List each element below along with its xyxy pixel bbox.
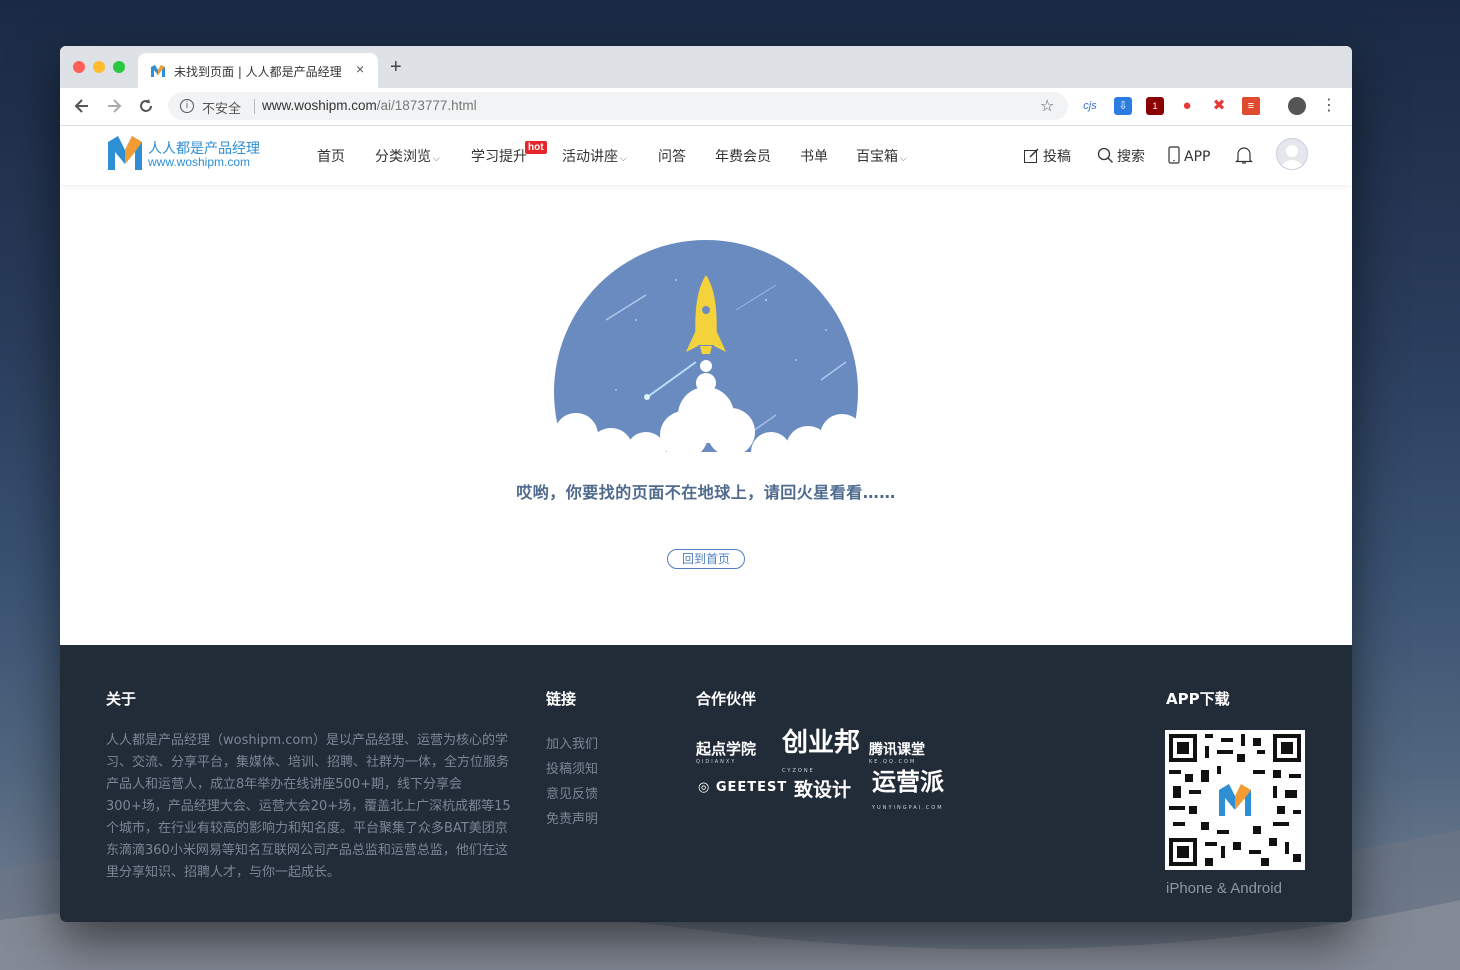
- footer-links-title: 链接: [546, 690, 577, 708]
- close-window-button[interactable]: [73, 61, 85, 73]
- partner-zhisheji-logo[interactable]: 致设计: [794, 775, 851, 802]
- logo-english-text[interactable]: www.woshipm.com: [148, 155, 250, 169]
- footer-link-disclaimer[interactable]: 免责声明: [546, 808, 598, 827]
- partner-yunyingpai-sub: YUNYINGPAI.COM: [872, 805, 944, 811]
- nav-events[interactable]: 活动讲座 ⌵: [562, 146, 627, 166]
- nav-toolbox-label: 百宝箱: [856, 149, 898, 165]
- submit-label: 投稿: [1043, 149, 1071, 165]
- geetest-icon: ◎: [698, 780, 716, 795]
- nav-learning[interactable]: 学习提升: [471, 146, 527, 166]
- bookmark-star-icon[interactable]: ☆: [1040, 96, 1054, 116]
- app-button[interactable]: APP: [1167, 146, 1210, 165]
- url-domain: www.woshipm.com: [262, 98, 377, 113]
- footer-about-title: 关于: [106, 690, 137, 708]
- chevron-down-icon: ⌵: [900, 154, 907, 164]
- tab-close-icon[interactable]: ×: [356, 61, 364, 77]
- edit-icon: [1024, 148, 1039, 163]
- partner-geetest-name: GEETEST: [715, 780, 788, 795]
- tab-title: 未找到页面 | 人人都是产品经理: [174, 65, 342, 79]
- partner-yunyingpai-logo[interactable]: 运营派 YUNYINGPAI.COM: [872, 769, 944, 821]
- error-message: 哎哟，你要找的页面不在地球上，请回火星看看……: [516, 483, 896, 502]
- chevron-down-icon: ⌵: [433, 154, 440, 164]
- app-platforms-caption: iPhone & Android: [1166, 880, 1282, 897]
- minimize-window-button[interactable]: [93, 61, 105, 73]
- menu-kebab-icon[interactable]: ⋮: [1320, 97, 1338, 115]
- footer-link-join[interactable]: 加入我们: [546, 733, 598, 752]
- forward-arrow-icon[interactable]: [104, 96, 124, 116]
- active-tab[interactable]: 未找到页面 | 人人都是产品经理 ×: [138, 53, 378, 88]
- partner-tencent-name: 腾讯课堂: [869, 742, 925, 758]
- search-icon: [1097, 147, 1113, 163]
- footer-partners-title: 合作伙伴: [696, 690, 757, 708]
- cjs-extension-icon[interactable]: cjs: [1081, 97, 1099, 115]
- site-footer: 关于 人人都是产品经理（woshipm.com）是以产品经理、运营为核心的学习、…: [60, 645, 1352, 922]
- url-text[interactable]: www.woshipm.com/ai/1873777.html: [262, 98, 477, 113]
- partner-qidian-name: 起点学院: [696, 740, 757, 758]
- submit-article-button[interactable]: 投稿: [1023, 146, 1071, 166]
- search-button[interactable]: 搜索: [1097, 146, 1145, 166]
- nav-events-label: 活动讲座: [562, 149, 618, 165]
- note-extension-icon[interactable]: ≡: [1242, 97, 1260, 115]
- partner-qidian-logo[interactable]: 起点学院 QIDIANXY: [696, 738, 756, 765]
- partner-qidian-sub: QIDIANXY: [696, 759, 737, 765]
- nav-categories[interactable]: 分类浏览 ⌵: [375, 146, 440, 166]
- rocket-illustration: [546, 240, 868, 470]
- phone-icon: [1168, 146, 1180, 164]
- drop-extension-icon[interactable]: ●: [1178, 97, 1196, 115]
- zoom-window-button[interactable]: [113, 61, 125, 73]
- browser-window: 未找到页面 | 人人都是产品经理 × + i 不安全 www.woshipm.c…: [60, 46, 1352, 922]
- user-silhouette-icon: [1281, 145, 1303, 169]
- new-tab-button[interactable]: +: [390, 57, 402, 77]
- footer-about-text: 人人都是产品经理（woshipm.com）是以产品经理、运营为核心的学习、交流、…: [106, 733, 511, 880]
- nav-qa[interactable]: 问答: [658, 146, 686, 166]
- ublock-extension-icon[interactable]: 1: [1146, 97, 1164, 115]
- footer-app-title: APP下载: [1166, 690, 1230, 708]
- info-icon[interactable]: i: [180, 99, 194, 113]
- bell-icon[interactable]: [1235, 146, 1253, 165]
- partner-cyzone-name: 创业邦: [782, 728, 861, 758]
- app-label: APP: [1184, 149, 1211, 165]
- back-arrow-icon[interactable]: [72, 96, 92, 116]
- security-label[interactable]: 不安全: [202, 98, 241, 117]
- url-path: /ai/1873777.html: [376, 98, 477, 113]
- app-download-qr-code[interactable]: [1165, 730, 1305, 870]
- download-extension-icon[interactable]: ⇩: [1114, 97, 1132, 115]
- address-bar[interactable]: i 不安全 www.woshipm.com/ai/1873777.html ☆: [168, 92, 1068, 120]
- nav-toolbox[interactable]: 百宝箱 ⌵: [856, 146, 907, 166]
- partner-geetest-logo[interactable]: ◎ GEETEST: [698, 780, 787, 795]
- footer-link-guidelines[interactable]: 投稿须知: [546, 758, 598, 777]
- site-header: 人人都是产品经理 www.woshipm.com 首页 分类浏览 ⌵ 学习提升 h…: [60, 126, 1352, 185]
- partner-tencent-ke-logo[interactable]: 腾讯课堂 KE.QQ.COM: [869, 739, 925, 765]
- chevron-down-icon: ⌵: [620, 154, 627, 164]
- nav-categories-label: 分类浏览: [375, 149, 431, 165]
- profile-avatar-icon[interactable]: [1288, 97, 1306, 115]
- search-label: 搜索: [1117, 149, 1145, 165]
- site-favicon-icon: [151, 65, 165, 77]
- hot-badge: hot: [525, 141, 547, 154]
- address-separator: [254, 99, 255, 114]
- close-x-extension-icon[interactable]: ✖: [1210, 97, 1228, 115]
- tab-strip: 未找到页面 | 人人都是产品经理 × +: [60, 46, 1352, 88]
- back-home-button[interactable]: 回到首页: [667, 549, 745, 569]
- footer-link-feedback[interactable]: 意见反馈: [546, 783, 598, 802]
- user-avatar[interactable]: [1276, 138, 1308, 170]
- partner-tencent-sub: KE.QQ.COM: [869, 759, 917, 765]
- woshipm-logo-icon[interactable]: [106, 134, 144, 172]
- partner-yunyingpai-name: 运营派: [872, 768, 944, 796]
- reload-icon[interactable]: [136, 96, 156, 116]
- nav-booklist[interactable]: 书单: [800, 146, 828, 166]
- nav-membership[interactable]: 年费会员: [715, 146, 771, 166]
- browser-toolbar: i 不安全 www.woshipm.com/ai/1873777.html ☆ …: [60, 88, 1352, 126]
- nav-home[interactable]: 首页: [317, 146, 345, 166]
